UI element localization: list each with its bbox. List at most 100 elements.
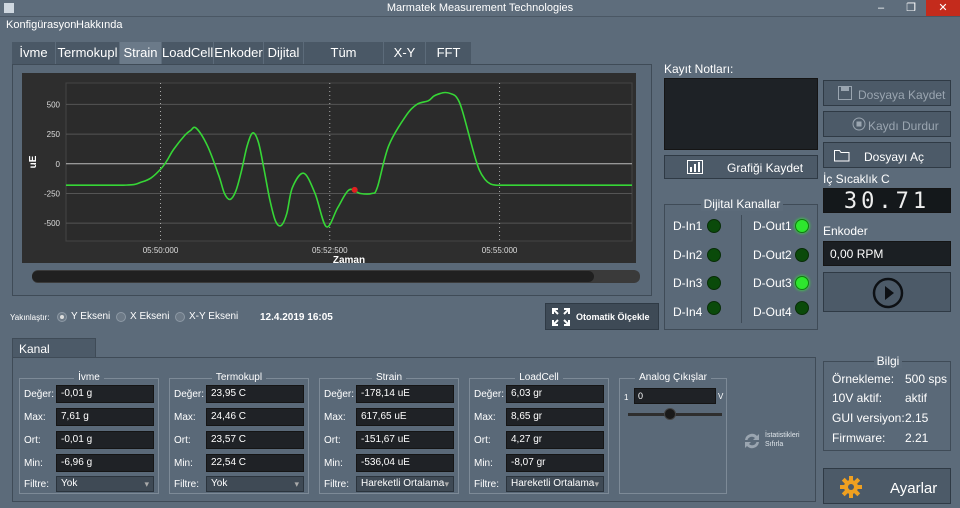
radio-x-axis[interactable] <box>116 312 126 322</box>
field-label-max: Max: <box>474 412 496 423</box>
analog-output-group: Analog Çıkışlar 1 0 V <box>619 372 727 494</box>
tab-x-y[interactable]: X-Y <box>384 42 426 64</box>
save-graph-button[interactable]: Grafiği Kaydet <box>664 155 818 179</box>
strain-chart[interactable]: 500 250 0 -250 -500 05:50:000 05:52:500 05:55:0… <box>22 73 636 266</box>
channel-values-tab[interactable]: Kanal Değerleri <box>12 338 96 370</box>
encoder-play-button[interactable] <box>823 272 951 312</box>
y-tick-label: -500 <box>44 219 61 228</box>
info-value-10v: aktif <box>905 391 928 405</box>
d-out1-label: D-Out1 <box>753 219 792 233</box>
analog-output-input[interactable]: 0 <box>634 388 716 404</box>
tab-ivme[interactable]: İvme <box>12 42 56 64</box>
analog-unit: V <box>718 392 724 401</box>
filter-select[interactable]: Hareketli Ortalama <box>506 476 604 492</box>
scrollbar-thumb[interactable] <box>32 271 594 282</box>
stop-recording-label: Kaydı Durdur <box>868 119 939 133</box>
d-in4-led <box>707 301 721 315</box>
close-button[interactable]: ✕ <box>926 0 960 16</box>
chart-scrollbar[interactable] <box>32 270 640 283</box>
tab-fft[interactable]: FFT <box>426 42 472 64</box>
field-value-max: 24,46 C <box>206 408 304 426</box>
filter-select[interactable]: Yok <box>56 476 154 492</box>
radio-x-axis-label: X Ekseni <box>130 311 170 322</box>
channel-group-title: LoadCell <box>515 372 563 383</box>
d-in2-led <box>707 248 721 262</box>
field-label-min: Min: <box>324 458 343 469</box>
d-out4-led[interactable] <box>795 301 809 315</box>
bar-chart-icon <box>687 160 703 174</box>
field-label-filtre: Filtre: <box>474 479 499 490</box>
auto-scale-label: Otomatik Ölçekle <box>576 312 650 322</box>
stop-icon <box>852 117 866 131</box>
filter-select[interactable]: Yok <box>206 476 304 492</box>
x-axis-label: Zaman <box>333 255 365 263</box>
notes-textarea[interactable] <box>664 78 818 150</box>
field-value-max: 617,65 uE <box>356 408 454 426</box>
radio-xy-axis[interactable] <box>175 312 185 322</box>
d-out1-led[interactable] <box>795 219 809 233</box>
channel-group-3: LoadCell Değer: 6,03 gr Max: 8,65 gr Ort: 4,27… <box>469 372 609 494</box>
y-tick-label: 500 <box>47 100 61 109</box>
field-value-deger: 6,03 gr <box>506 385 604 403</box>
channel-group-title: İvme <box>74 372 104 383</box>
chart-svg: 500 250 0 -250 -500 05:50:000 05:52:500 05:55:0… <box>28 82 633 266</box>
field-value-min: -536,04 uE <box>356 454 454 472</box>
tab-termokupl[interactable]: Termokupl <box>56 42 120 64</box>
temperature-display: 30.71 <box>823 188 951 214</box>
filter-select[interactable]: Hareketli Ortalama <box>356 476 454 492</box>
temperature-label: İç Sıcaklık C <box>823 172 890 186</box>
channel-values-panel: İvme Değer: -0,01 g Max: 7,61 g Ort: -0,01 g Mi… <box>12 357 816 502</box>
radio-y-axis[interactable] <box>57 312 67 322</box>
field-label-ort: Ort: <box>324 435 341 446</box>
tab-dijital[interactable]: Dijital <box>264 42 304 64</box>
d-out2-led[interactable] <box>795 248 809 262</box>
tab-enkoder[interactable]: Enkoder <box>214 42 264 64</box>
info-key-firmware: Firmware: <box>832 431 886 445</box>
settings-button[interactable]: Ayarlar <box>823 468 951 504</box>
info-title: Bilgi <box>873 354 903 368</box>
zoom-label: Yakınlaştır: <box>10 313 50 322</box>
plot-area <box>65 82 633 242</box>
title-bar: Marmatek Measurement Technologies – ❐ ✕ <box>0 0 960 17</box>
tab-tum-sinyaller[interactable]: Tüm Sinyaller <box>304 42 384 82</box>
open-file-button[interactable]: Dosyayı Aç <box>823 142 951 168</box>
restore-button[interactable]: ❐ <box>896 0 926 16</box>
encoder-label: Enkoder <box>823 224 868 238</box>
channel-group-1: Termokupl Değer: 23,95 C Max: 24,46 C Ort: 23,… <box>169 372 309 494</box>
field-value-ort: 23,57 C <box>206 431 304 449</box>
cursor-marker <box>351 186 358 193</box>
play-icon <box>872 277 904 309</box>
field-value-min: -6,96 g <box>56 454 154 472</box>
stop-recording-button[interactable]: Kaydı Durdur <box>823 111 951 137</box>
tab-strain[interactable]: Strain <box>120 42 162 64</box>
field-value-deger: -178,14 uE <box>356 385 454 403</box>
menu-bar: Konfigürasyon Hakkında <box>0 17 960 34</box>
reset-label-line2: Sıfırla <box>765 441 784 448</box>
encoder-display: 0,00 RPM <box>823 241 951 266</box>
channel-group-2: Strain Değer: -178,14 uE Max: 617,65 uE Ort: -… <box>319 372 459 494</box>
menu-item-about[interactable]: Hakkında <box>76 19 122 31</box>
d-out3-led[interactable] <box>795 276 809 290</box>
auto-scale-button[interactable]: Otomatik Ölçekle <box>545 303 659 330</box>
field-label-max: Max: <box>324 412 346 423</box>
save-to-file-button[interactable]: Dosyaya Kaydet <box>823 80 951 106</box>
field-value-ort: 4,27 gr <box>506 431 604 449</box>
info-panel: Bilgi Örnekleme: 500 sps 10V aktif: akti… <box>823 354 951 451</box>
x-tick-label: 05:52:500 <box>312 246 348 255</box>
field-label-filtre: Filtre: <box>324 479 349 490</box>
analog-slider-thumb[interactable] <box>664 408 677 420</box>
reset-statistics-button[interactable]: İstatistikleri Sıfırla <box>741 430 801 458</box>
field-value-ort: -0,01 g <box>56 431 154 449</box>
info-value-sampling: 500 sps <box>905 372 948 386</box>
info-key-gui: GUI versiyon: <box>832 411 905 425</box>
field-label-deger: Değer: <box>324 389 355 400</box>
analog-prefix: 1 <box>624 393 629 402</box>
menu-item-configuration[interactable]: Konfigürasyon <box>6 19 76 31</box>
digital-channels-panel: Dijital Kanallar D-In1 D-In2 D-In3 D-In4… <box>664 197 818 330</box>
tab-loadcell[interactable]: LoadCell <box>162 42 214 64</box>
field-label-ort: Ort: <box>24 435 41 446</box>
temperature-value: 30.71 <box>843 189 931 214</box>
info-value-gui: 2.15 <box>905 411 929 425</box>
minimize-button[interactable]: – <box>866 0 896 16</box>
digital-channels-title: Dijital Kanallar <box>700 197 784 211</box>
